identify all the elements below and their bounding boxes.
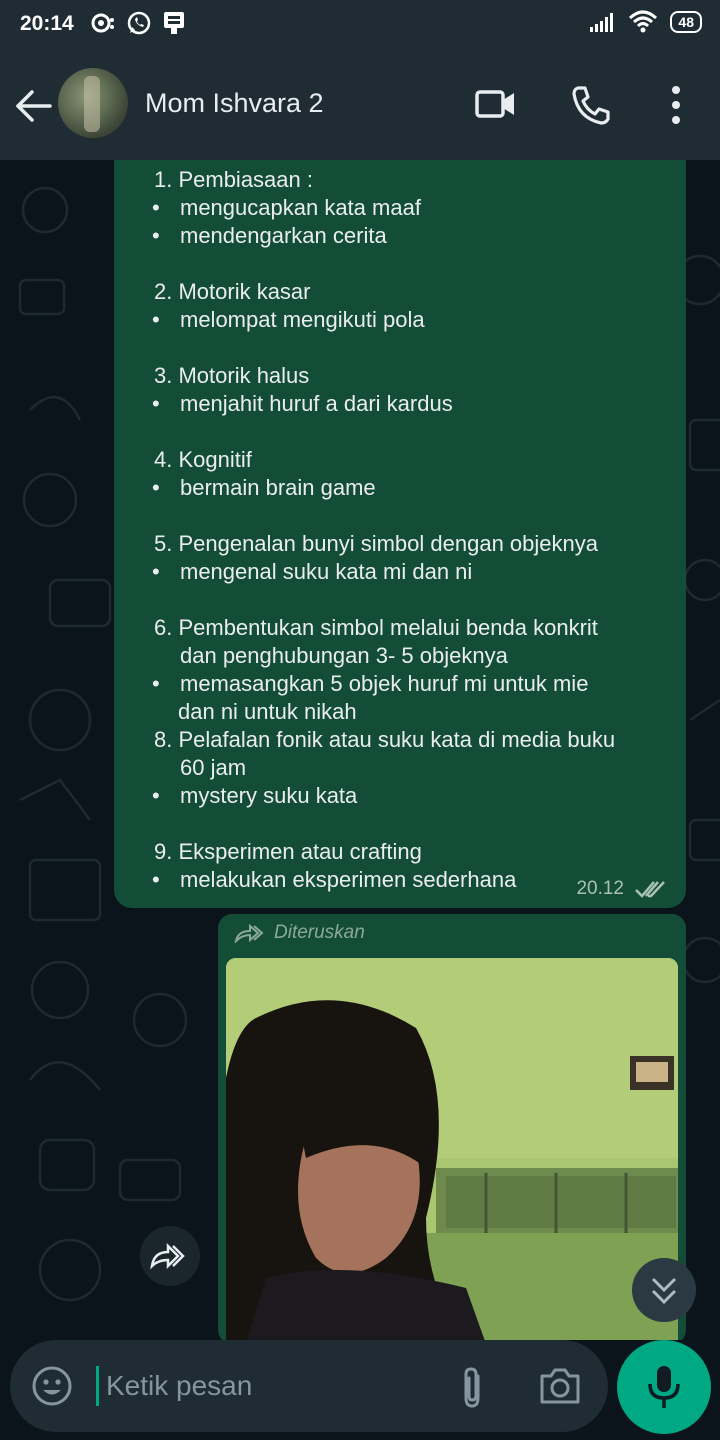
message-input-container[interactable] — [10, 1340, 608, 1432]
message-input[interactable] — [96, 1340, 436, 1432]
bullet-glyph: • — [152, 195, 160, 220]
wifi-icon — [629, 10, 658, 33]
forwarded-photo[interactable] — [226, 958, 678, 1340]
status-icons-left — [90, 10, 186, 36]
message-line-text: melakukan eksperimen sederhana — [180, 867, 517, 892]
forwarded-icon — [234, 923, 264, 943]
paperclip-icon[interactable] — [452, 1364, 492, 1412]
bullet-glyph: • — [152, 867, 160, 892]
emoji-icon[interactable] — [30, 1364, 74, 1408]
message-line-text: 5. Pengenalan bunyi simbol dengan objekn… — [154, 531, 598, 556]
photo-image — [226, 958, 678, 1340]
message-line-text: 2. Motorik kasar — [154, 279, 311, 304]
bullet-glyph: • — [152, 475, 160, 500]
forwarded-media-bubble[interactable]: Diteruskan — [218, 914, 686, 1340]
message-line-text: dan ni untuk nikah — [178, 699, 357, 724]
forward-button[interactable] — [140, 1226, 200, 1286]
forward-icon — [150, 1242, 185, 1270]
back-arrow-icon[interactable] — [12, 84, 56, 128]
status-time: 20:14 — [20, 12, 74, 35]
composer-bar — [0, 1340, 720, 1440]
chat-header: Mom Ishvara 2 — [0, 50, 720, 160]
microphone-icon — [648, 1366, 680, 1408]
message-line-text: 60 jam — [180, 755, 247, 780]
message-time: 20.12 — [576, 878, 624, 899]
bullet-glyph: • — [152, 783, 160, 808]
message-line-text: mystery suku kata — [180, 783, 358, 808]
whatsapp-icon — [127, 11, 151, 35]
message-line-text: bermain brain game — [180, 475, 376, 500]
bullet-glyph: • — [152, 223, 160, 248]
double-chevron-down-icon — [651, 1277, 677, 1305]
signal-icon — [590, 13, 614, 32]
message-line-text: dan penghubungan 3- 5 objeknya — [180, 643, 508, 668]
battery-icon: 48 — [670, 11, 702, 33]
contact-name[interactable]: Mom Ishvara 2 — [145, 88, 324, 119]
more-options-icon[interactable] — [651, 80, 701, 130]
sim-icon — [164, 12, 184, 34]
message-line-text: menjahit huruf a dari kardus — [180, 391, 453, 416]
outgoing-message-bubble[interactable]: 1. Pembiasaan : • mengucapkan kata maaf • me… — [114, 160, 686, 908]
scroll-to-bottom-button[interactable] — [632, 1258, 696, 1322]
message-line-text: 4. Kognitif — [154, 447, 252, 472]
message-line-text: memasangkan 5 objek huruf mi untuk mie — [180, 671, 589, 696]
message-line-text: melompat mengikuti pola — [180, 307, 425, 332]
chat-area[interactable]: 1. Pembiasaan : • mengucapkan kata maaf • me… — [0, 160, 720, 1340]
bullet-glyph: • — [152, 391, 160, 416]
message-line-text: 6. Pembentukan simbol melalui benda konk… — [154, 615, 598, 640]
status-bar: 20:14 48 — [0, 0, 720, 50]
bullet-glyph: • — [152, 671, 160, 696]
status-icons-right: 48 — [588, 10, 702, 34]
voice-message-button[interactable] — [617, 1340, 711, 1434]
message-line-text: mengucapkan kata maaf — [180, 195, 421, 220]
bullet-glyph: • — [152, 559, 160, 584]
message-line-text: mengenal suku kata mi dan ni — [180, 559, 473, 584]
read-receipt-icon — [635, 881, 665, 898]
message-line-text: 9. Eksperimen atau crafting — [154, 839, 422, 864]
message-line-text: 1. Pembiasaan : — [154, 167, 313, 192]
voice-call-icon[interactable] — [566, 80, 616, 130]
message-line-text: mendengarkan cerita — [180, 223, 387, 248]
camera-icon[interactable] — [536, 1364, 584, 1408]
video-call-icon[interactable] — [470, 80, 520, 130]
message-line-text: 3. Motorik halus — [154, 363, 310, 388]
avatar[interactable] — [58, 68, 128, 138]
message-line-text: 8. Pelafalan fonik atau suku kata di med… — [154, 727, 616, 752]
forwarded-header: Diteruskan — [234, 922, 365, 944]
forwarded-label: Diteruskan — [274, 922, 365, 943]
notification-icon — [91, 13, 114, 33]
bullet-glyph: • — [152, 307, 160, 332]
